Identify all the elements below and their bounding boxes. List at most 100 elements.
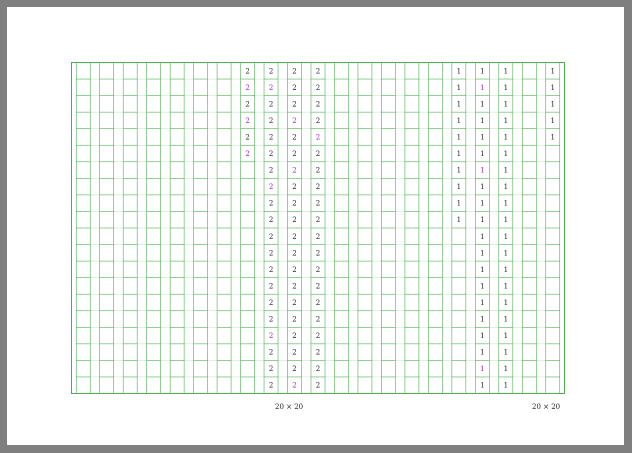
manuscript-character: 2 <box>269 249 273 257</box>
manuscript-character: 2 <box>245 150 249 158</box>
manuscript-character: 1 <box>480 233 484 241</box>
manuscript-character: 2 <box>269 67 273 75</box>
manuscript-character: 2 <box>316 167 320 175</box>
manuscript-character: 2 <box>316 316 320 324</box>
manuscript-character: 2 <box>292 117 296 125</box>
manuscript-character: 1 <box>480 100 484 108</box>
manuscript-character: 2 <box>269 382 273 390</box>
manuscript-character: 2 <box>245 67 249 75</box>
manuscript-character: 1 <box>457 167 461 175</box>
manuscript-character: 2 <box>316 299 320 307</box>
manuscript-character: 2 <box>292 150 296 158</box>
manuscript-character: 1 <box>504 183 508 191</box>
manuscript-character: 2 <box>316 150 320 158</box>
manuscript-character: 1 <box>504 233 508 241</box>
manuscript-character: 1 <box>480 316 484 324</box>
manuscript-character: 2 <box>292 332 296 340</box>
manuscript-character: 2 <box>292 316 296 324</box>
manuscript-character: 2 <box>269 332 273 340</box>
manuscript-grid: 2 2 2 2 2 2 2 2 2 2 2 2 2 2 2 2 2 2 2 2 2 2 2 2 2 2 2 2 2 2 2 2 2 2 2 2 2 2 2 2… <box>71 62 565 394</box>
manuscript-character: 2 <box>245 133 249 141</box>
manuscript-character: 1 <box>480 299 484 307</box>
manuscript-character: 1 <box>480 349 484 357</box>
manuscript-character: 2 <box>269 84 273 92</box>
manuscript-character: 2 <box>316 365 320 373</box>
manuscript-character: 1 <box>504 67 508 75</box>
manuscript-character: 1 <box>480 216 484 224</box>
manuscript-character: 2 <box>316 183 320 191</box>
manuscript-character: 2 <box>292 200 296 208</box>
manuscript-character: 2 <box>292 266 296 274</box>
left-panel-caption: 20 × 20 <box>275 403 304 411</box>
manuscript-character: 1 <box>480 67 484 75</box>
manuscript-character: 2 <box>269 133 273 141</box>
manuscript-character: 2 <box>292 67 296 75</box>
manuscript-character: 1 <box>457 133 461 141</box>
manuscript-character: 2 <box>269 183 273 191</box>
manuscript-character: 1 <box>504 299 508 307</box>
manuscript-character: 2 <box>292 167 296 175</box>
manuscript-character: 1 <box>504 150 508 158</box>
manuscript-character: 2 <box>269 282 273 290</box>
manuscript-character: 2 <box>292 233 296 241</box>
manuscript-character: 1 <box>504 117 508 125</box>
manuscript-character: 1 <box>480 84 484 92</box>
manuscript-character: 2 <box>292 249 296 257</box>
manuscript-character: 2 <box>316 117 320 125</box>
manuscript-character: 2 <box>316 84 320 92</box>
manuscript-page: 2 2 2 2 2 2 2 2 2 2 2 2 2 2 2 2 2 2 2 2 2 2 2 2 2 2 2 2 2 2 2 2 2 2 2 2 2 2 2 2… <box>7 7 624 445</box>
manuscript-character: 2 <box>316 67 320 75</box>
manuscript-character: 1 <box>504 332 508 340</box>
manuscript-character: 1 <box>504 266 508 274</box>
manuscript-character: 1 <box>457 183 461 191</box>
manuscript-character: 2 <box>292 365 296 373</box>
manuscript-character: 1 <box>480 282 484 290</box>
manuscript-character: 2 <box>316 382 320 390</box>
manuscript-character: 2 <box>316 200 320 208</box>
manuscript-character: 2 <box>316 133 320 141</box>
manuscript-character: 1 <box>551 67 555 75</box>
manuscript-character: 1 <box>480 167 484 175</box>
manuscript-character: 2 <box>316 282 320 290</box>
manuscript-character: 1 <box>504 316 508 324</box>
manuscript-character: 2 <box>292 84 296 92</box>
manuscript-character: 1 <box>551 133 555 141</box>
manuscript-character: 2 <box>316 349 320 357</box>
manuscript-character: 1 <box>504 167 508 175</box>
manuscript-character: 1 <box>504 382 508 390</box>
manuscript-character: 1 <box>457 216 461 224</box>
manuscript-character: 2 <box>245 117 249 125</box>
manuscript-character: 2 <box>269 316 273 324</box>
manuscript-character: 2 <box>269 167 273 175</box>
manuscript-character: 1 <box>480 332 484 340</box>
manuscript-character: 1 <box>504 282 508 290</box>
manuscript-character: 2 <box>269 200 273 208</box>
manuscript-character: 2 <box>292 349 296 357</box>
manuscript-character: 2 <box>316 100 320 108</box>
manuscript-character: 1 <box>504 84 508 92</box>
manuscript-character: 1 <box>504 200 508 208</box>
manuscript-character: 1 <box>504 249 508 257</box>
manuscript-character: 2 <box>269 150 273 158</box>
manuscript-character: 1 <box>551 100 555 108</box>
manuscript-character: 1 <box>504 349 508 357</box>
manuscript-character: 2 <box>269 365 273 373</box>
manuscript-character: 1 <box>457 84 461 92</box>
manuscript-character: 1 <box>480 183 484 191</box>
manuscript-character: 1 <box>504 133 508 141</box>
manuscript-character: 1 <box>457 117 461 125</box>
manuscript-character: 2 <box>245 100 249 108</box>
manuscript-character: 2 <box>316 332 320 340</box>
manuscript-character: 1 <box>480 382 484 390</box>
manuscript-character: 1 <box>551 84 555 92</box>
manuscript-character: 1 <box>457 67 461 75</box>
manuscript-character: 2 <box>245 84 249 92</box>
manuscript-character: 1 <box>480 133 484 141</box>
manuscript-character: 1 <box>504 100 508 108</box>
manuscript-character: 1 <box>504 216 508 224</box>
manuscript-character: 2 <box>269 233 273 241</box>
manuscript-character: 1 <box>457 150 461 158</box>
manuscript-character: 2 <box>292 282 296 290</box>
right-panel-caption: 20 × 20 <box>532 403 561 411</box>
manuscript-character: 2 <box>292 299 296 307</box>
